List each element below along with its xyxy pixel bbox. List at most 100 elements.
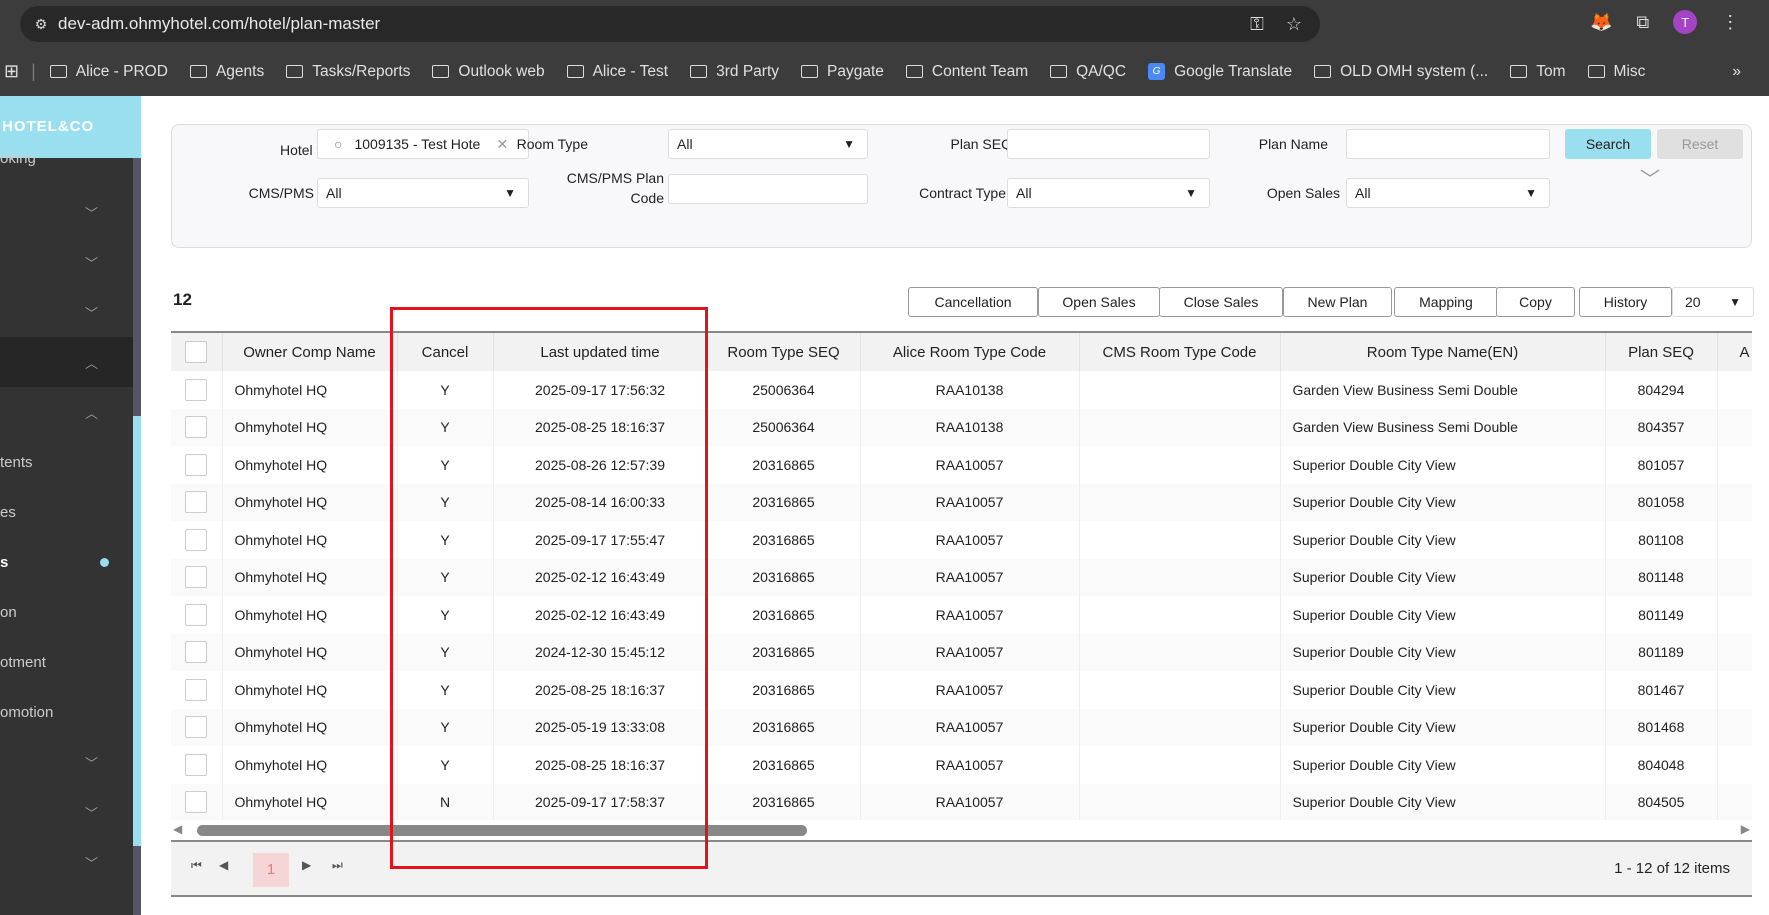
sidebar-group[interactable]: ﹀ xyxy=(0,287,133,337)
more-bookmarks-icon[interactable]: » xyxy=(1732,63,1741,81)
expand-chevron-icon[interactable]: ﹀ xyxy=(1640,163,1660,192)
sidebar-group[interactable]: ﹀ xyxy=(0,237,133,287)
reset-button[interactable]: Reset xyxy=(1657,129,1743,159)
extensions-icon[interactable]: ⧉ xyxy=(1636,12,1649,33)
open-sales-select[interactable]: All ▼ xyxy=(1346,178,1550,208)
sidebar-scrollbar-thumb[interactable] xyxy=(133,416,141,846)
bookmark-content-team[interactable]: Content Team xyxy=(905,63,1028,81)
metamask-fox-icon[interactable]: 🦊 xyxy=(1590,12,1612,33)
row-checkbox[interactable] xyxy=(171,596,223,634)
bookmark-tasks-reports[interactable]: Tasks/Reports xyxy=(286,63,410,81)
cms-pms-plan-code-input[interactable] xyxy=(668,174,868,204)
bookmark-qa-qc[interactable]: QA/QC xyxy=(1050,63,1126,81)
apps-icon[interactable]: ⊞ | xyxy=(4,61,36,82)
bookmark-alice-prod[interactable]: Alice - PROD xyxy=(49,63,168,81)
row-checkbox[interactable] xyxy=(171,558,223,596)
bookmark-tom[interactable]: Tom xyxy=(1510,62,1566,81)
room-type-select[interactable]: All ▼ xyxy=(668,129,868,159)
col-room-type-seq[interactable]: Room Type SEQ xyxy=(707,333,861,371)
sidebar-item-contents[interactable]: tents xyxy=(0,437,133,487)
row-checkbox[interactable] xyxy=(171,708,223,746)
row-checkbox[interactable] xyxy=(171,408,223,446)
bookmark-old-omh[interactable]: OLD OMH system (... xyxy=(1314,63,1488,81)
bookmark-3rd-party[interactable]: 3rd Party xyxy=(690,63,779,81)
sidebar-item-allotment[interactable]: otment xyxy=(0,637,133,687)
sidebar-item-label: otment xyxy=(0,653,46,671)
col-owner-comp-name[interactable]: Owner Comp Name xyxy=(222,333,398,371)
cell-room-type-name: Superior Double City View xyxy=(1280,633,1606,671)
col-next[interactable]: A xyxy=(1717,333,1752,371)
bookmark-agents[interactable]: Agents xyxy=(189,63,264,81)
sidebar-item-promotion[interactable]: omotion xyxy=(0,687,133,737)
sidebar-item-promotion-condition[interactable]: on xyxy=(0,587,133,637)
scroll-right-icon[interactable]: ▶ xyxy=(1741,822,1750,836)
cell-room-type-seq: 20316865 xyxy=(707,521,861,559)
prev-page-icon[interactable]: ◀ xyxy=(219,858,228,872)
contract-type-select[interactable]: All ▼ xyxy=(1007,178,1210,208)
row-checkbox[interactable] xyxy=(171,783,223,821)
close-sales-button[interactable]: Close Sales xyxy=(1159,287,1283,317)
plan-seq-input[interactable] xyxy=(1007,129,1210,159)
cell-room-type-seq: 20316865 xyxy=(707,671,861,709)
hotel-label-text: Hotel xyxy=(279,142,313,158)
site-settings-icon[interactable]: ⚙ xyxy=(24,16,58,33)
bookmark-misc[interactable]: Misc xyxy=(1587,63,1645,81)
cms-pms-select[interactable]: All ▼ xyxy=(317,178,529,208)
chevron-down-icon: ﹀ xyxy=(85,805,99,821)
key-icon[interactable]: ⚿ xyxy=(1250,14,1264,35)
history-button[interactable]: History xyxy=(1579,287,1672,317)
select-all-checkbox[interactable] xyxy=(171,333,223,371)
sidebar-group[interactable]: ﹀ xyxy=(0,837,133,887)
row-checkbox[interactable] xyxy=(171,521,223,559)
col-plan-seq[interactable]: Plan SEQ xyxy=(1605,333,1718,371)
row-checkbox[interactable] xyxy=(171,633,223,671)
folder-icon xyxy=(1050,65,1068,78)
sidebar-subgroup-open[interactable]: ︿ xyxy=(0,387,133,437)
google-translate-icon: G xyxy=(1148,63,1166,80)
cell-cms-room-type-code xyxy=(1079,596,1281,634)
url-text[interactable]: dev-adm.ohmyhotel.com/hotel/plan-master xyxy=(58,14,380,34)
first-page-icon[interactable]: ⏮ xyxy=(191,858,202,873)
col-room-type-name-en[interactable]: Room Type Name(EN) xyxy=(1280,333,1606,371)
bookmark-google-translate[interactable]: G Google Translate xyxy=(1148,63,1292,81)
cell-owner-comp-name: Ohmyhotel HQ xyxy=(222,708,398,746)
row-checkbox[interactable] xyxy=(171,446,223,484)
profile-avatar[interactable]: T xyxy=(1673,10,1698,34)
open-sales-button[interactable]: Open Sales xyxy=(1038,287,1160,317)
scroll-left-icon[interactable]: ◀ xyxy=(173,822,182,836)
col-cms-room-type-code[interactable]: CMS Room Type Code xyxy=(1079,333,1281,371)
sidebar-group[interactable]: ﹀ xyxy=(0,187,133,237)
cancellation-button[interactable]: Cancellation xyxy=(908,287,1038,317)
cell-alice-room-type-code: RAA10057 xyxy=(860,521,1080,559)
row-checkbox[interactable] xyxy=(171,746,223,784)
copy-button[interactable]: Copy xyxy=(1496,287,1575,317)
sidebar-item-rates[interactable]: es xyxy=(0,487,133,537)
col-alice-room-type-code[interactable]: Alice Room Type Code xyxy=(860,333,1080,371)
search-button[interactable]: Search xyxy=(1565,129,1651,159)
row-checkbox[interactable] xyxy=(171,371,223,409)
row-checkbox[interactable] xyxy=(171,671,223,709)
sidebar-item-booking[interactable]: oking xyxy=(0,146,133,170)
sidebar-item-plans-active[interactable]: s xyxy=(0,537,133,587)
new-plan-button[interactable]: New Plan xyxy=(1283,287,1392,317)
row-checkbox[interactable] xyxy=(171,483,223,521)
next-page-icon[interactable]: ▶ xyxy=(302,858,311,872)
sidebar-group-open[interactable]: ︿ xyxy=(0,337,133,387)
sidebar-group[interactable]: ﹀ xyxy=(0,737,133,787)
page-1-button[interactable]: 1 xyxy=(253,853,289,887)
address-bar[interactable]: ⚙ dev-adm.ohmyhotel.com/hotel/plan-maste… xyxy=(20,6,1320,42)
bookmark-alice-test[interactable]: Alice - Test xyxy=(566,63,668,81)
page-size-select[interactable]: 20 ▼ xyxy=(1672,287,1754,317)
mapping-button[interactable]: Mapping xyxy=(1394,287,1498,317)
bookmark-paygate[interactable]: Paygate xyxy=(801,63,884,81)
last-page-icon[interactable]: ⏭ xyxy=(332,858,343,873)
plan-name-label: Plan Name xyxy=(1258,136,1328,152)
sidebar-group[interactable]: ﹀ xyxy=(0,787,133,837)
menu-icon[interactable]: ⋮ xyxy=(1721,12,1739,33)
bookmark-label: Tom xyxy=(1536,62,1566,80)
cell-next xyxy=(1717,783,1752,821)
star-icon[interactable]: ☆ xyxy=(1286,14,1302,35)
cell-room-type-name: Superior Double City View xyxy=(1280,446,1606,484)
plan-name-input[interactable] xyxy=(1346,129,1550,159)
bookmark-outlook-web[interactable]: Outlook web xyxy=(432,63,545,81)
